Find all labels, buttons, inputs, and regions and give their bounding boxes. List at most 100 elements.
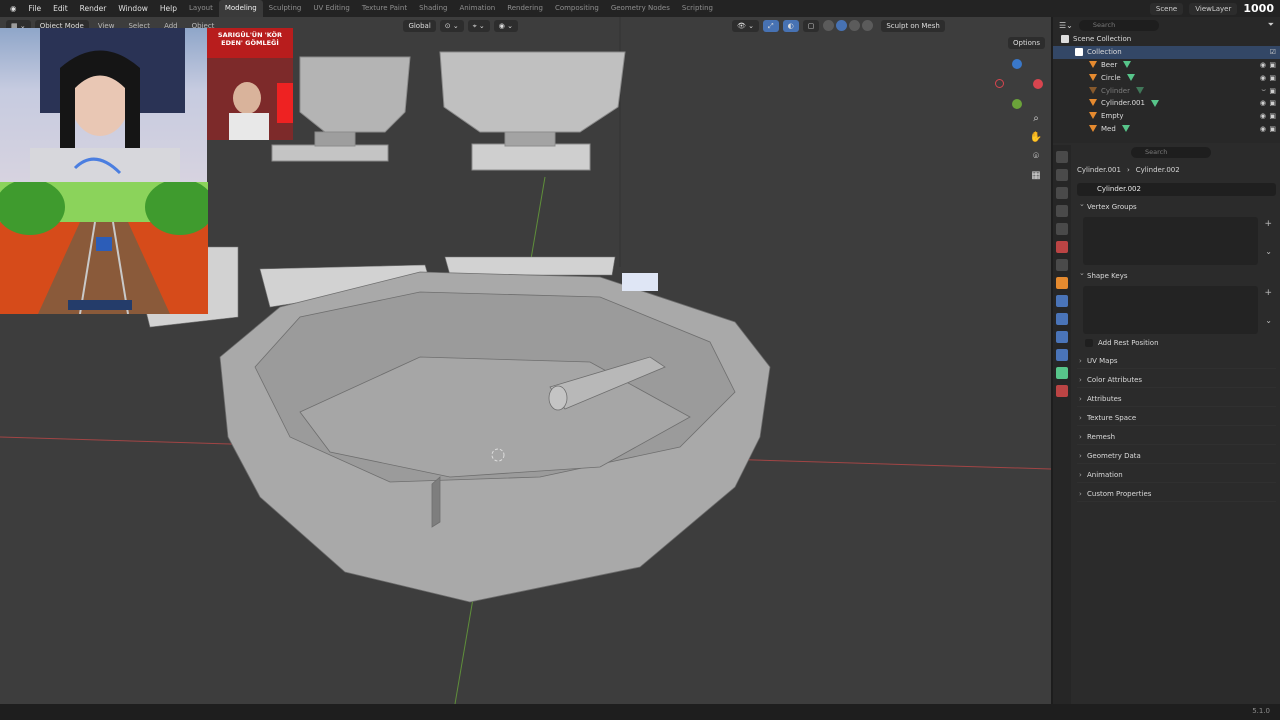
particles-tab-icon[interactable] bbox=[1056, 313, 1068, 325]
shape-key-specials-button[interactable]: ⌄ bbox=[1265, 316, 1272, 325]
scene-tab-icon[interactable] bbox=[1056, 223, 1068, 235]
menu-help[interactable]: Help bbox=[154, 0, 183, 17]
view-layer-selector[interactable]: ViewLayer bbox=[1189, 2, 1238, 15]
eye-hidden-icon[interactable]: ⌣ bbox=[1261, 86, 1266, 95]
tab-modeling[interactable]: Modeling bbox=[218, 0, 263, 17]
menu-window[interactable]: Window bbox=[112, 0, 154, 17]
tab-animation[interactable]: Animation bbox=[454, 0, 502, 17]
tab-rendering[interactable]: Rendering bbox=[501, 0, 549, 17]
output-tab-icon[interactable] bbox=[1056, 187, 1068, 199]
outliner-editor-icon[interactable]: ☰⌄ bbox=[1059, 21, 1073, 30]
zoom-icon[interactable]: ⌕ bbox=[1028, 113, 1044, 132]
outliner-search-input[interactable]: Search bbox=[1078, 19, 1159, 31]
grid-view-icon[interactable]: ▦ bbox=[1028, 170, 1044, 189]
tab-uv-editing[interactable]: UV Editing bbox=[307, 0, 356, 17]
menu-file[interactable]: File bbox=[23, 0, 48, 17]
tab-shading[interactable]: Shading bbox=[413, 0, 453, 17]
camera-icon[interactable]: ▣ bbox=[1269, 61, 1276, 69]
eye-icon[interactable]: ◉ bbox=[1260, 74, 1266, 82]
object-tab-icon[interactable] bbox=[1056, 277, 1068, 289]
eye-icon[interactable]: ◉ bbox=[1260, 61, 1266, 69]
attributes-section[interactable]: Attributes bbox=[1077, 392, 1276, 407]
menu-render[interactable]: Render bbox=[74, 0, 113, 17]
physics-tab-icon[interactable] bbox=[1056, 331, 1068, 343]
remesh-header[interactable]: Remesh bbox=[1077, 430, 1276, 445]
outliner-item-med[interactable]: Med ◉ ▣ bbox=[1053, 123, 1280, 136]
camera-icon[interactable]: ▣ bbox=[1269, 112, 1276, 120]
constraints-tab-icon[interactable] bbox=[1056, 349, 1068, 361]
status-bar: 5.1.0 bbox=[0, 704, 1280, 720]
uv-maps-header[interactable]: UV Maps bbox=[1077, 354, 1276, 369]
geometry-data-section[interactable]: Geometry Data bbox=[1077, 449, 1276, 464]
background-ashtray-2 bbox=[439, 51, 626, 171]
color-attributes-section[interactable]: Color Attributes bbox=[1077, 373, 1276, 388]
shape-keys-list[interactable]: + ⌄ bbox=[1083, 286, 1272, 334]
add-rest-position-checkbox[interactable] bbox=[1085, 339, 1093, 347]
add-vertex-group-button[interactable]: + bbox=[1264, 219, 1272, 229]
outliner-item-circle[interactable]: Circle ◉ ▣ bbox=[1053, 71, 1280, 84]
gizmo-x-icon[interactable] bbox=[1033, 79, 1043, 89]
object-icon bbox=[1089, 112, 1097, 120]
view-layer-tab-icon[interactable] bbox=[1056, 205, 1068, 217]
outliner-item-cylinder[interactable]: Cylinder ⌣ ▣ bbox=[1053, 84, 1280, 97]
tab-layout[interactable]: Layout bbox=[183, 0, 219, 17]
mesh-name-field[interactable]: Cylinder.002 bbox=[1077, 183, 1276, 196]
blender-logo-icon[interactable]: ◉ bbox=[4, 0, 23, 17]
camera-icon[interactable]: ▣ bbox=[1269, 87, 1276, 95]
empty-image-object bbox=[622, 273, 658, 291]
navigation-gizmo[interactable] bbox=[995, 59, 1045, 109]
remesh-section[interactable]: Remesh bbox=[1077, 430, 1276, 445]
gizmo-y-icon[interactable] bbox=[1012, 99, 1022, 109]
outliner-item-empty[interactable]: Empty ◉ ▣ bbox=[1053, 110, 1280, 123]
add-rest-position-row[interactable]: Add Rest Position bbox=[1077, 336, 1276, 350]
texture-space-header[interactable]: Texture Space bbox=[1077, 411, 1276, 426]
eye-icon[interactable]: ◉ bbox=[1260, 125, 1266, 133]
outliner-item-beer[interactable]: Beer ◉ ▣ bbox=[1053, 59, 1280, 72]
custom-properties-section[interactable]: Custom Properties bbox=[1077, 487, 1276, 502]
eye-icon[interactable]: ◉ bbox=[1260, 99, 1266, 107]
world-tab-icon[interactable] bbox=[1056, 241, 1068, 253]
tab-texture-paint[interactable]: Texture Paint bbox=[356, 0, 413, 17]
mesh-data-tab-icon[interactable] bbox=[1056, 367, 1068, 379]
gizmo-z-icon[interactable] bbox=[1012, 59, 1022, 69]
color-attributes-header[interactable]: Color Attributes bbox=[1077, 373, 1276, 388]
texture-space-section[interactable]: Texture Space bbox=[1077, 411, 1276, 426]
outliner-item-cylinder-001[interactable]: Cylinder.001 ◉ ▣ bbox=[1053, 97, 1280, 110]
menu-edit[interactable]: Edit bbox=[47, 0, 74, 17]
animation-section[interactable]: Animation bbox=[1077, 468, 1276, 483]
pan-hand-icon[interactable]: ✋ bbox=[1028, 132, 1044, 151]
tab-compositing[interactable]: Compositing bbox=[549, 0, 605, 17]
attributes-header[interactable]: Attributes bbox=[1077, 392, 1276, 407]
filter-icon[interactable]: ⏷ bbox=[1268, 20, 1274, 30]
render-tab-icon[interactable] bbox=[1056, 169, 1068, 181]
camera-view-icon[interactable]: ⌾ bbox=[1028, 151, 1044, 170]
material-tab-icon[interactable] bbox=[1056, 385, 1068, 397]
vertex-groups-header[interactable]: Vertex Groups bbox=[1077, 197, 1276, 215]
vertex-group-specials-button[interactable]: ⌄ bbox=[1265, 247, 1272, 256]
camera-icon[interactable]: ▣ bbox=[1269, 125, 1276, 133]
uv-maps-section[interactable]: UV Maps bbox=[1077, 354, 1276, 369]
animation-header[interactable]: Animation bbox=[1077, 468, 1276, 483]
collection-checkbox-icon[interactable]: ☑ bbox=[1270, 48, 1276, 56]
add-shape-key-button[interactable]: + bbox=[1264, 288, 1272, 298]
eye-icon[interactable]: ◉ bbox=[1260, 112, 1266, 120]
properties-search-input[interactable]: Search bbox=[1131, 146, 1211, 158]
outliner-panel: ☰⌄ Search ⏷ Scene Collection Collection … bbox=[1053, 17, 1280, 143]
tab-scripting[interactable]: Scripting bbox=[676, 0, 719, 17]
collection-row[interactable]: Collection ☑ bbox=[1053, 45, 1280, 59]
vertex-groups-list[interactable]: + ⌄ bbox=[1083, 217, 1272, 265]
custom-properties-header[interactable]: Custom Properties bbox=[1077, 487, 1276, 502]
scene-collection-row[interactable]: Scene Collection bbox=[1053, 33, 1280, 46]
camera-icon[interactable]: ▣ bbox=[1269, 99, 1276, 107]
tab-geometry-nodes[interactable]: Geometry Nodes bbox=[605, 0, 676, 17]
camera-icon[interactable]: ▣ bbox=[1269, 74, 1276, 82]
collection-tab-icon[interactable] bbox=[1056, 259, 1068, 271]
tool-tab-icon[interactable] bbox=[1056, 151, 1068, 163]
geometry-data-header[interactable]: Geometry Data bbox=[1077, 449, 1276, 464]
scene-selector[interactable]: Scene bbox=[1149, 2, 1184, 15]
mesh-data-icon bbox=[1150, 99, 1159, 107]
tab-sculpting[interactable]: Sculpting bbox=[263, 0, 308, 17]
modifier-tab-icon[interactable] bbox=[1056, 295, 1068, 307]
shape-keys-header[interactable]: Shape Keys bbox=[1077, 266, 1276, 284]
gizmo-neg-x-icon[interactable] bbox=[995, 79, 1004, 88]
